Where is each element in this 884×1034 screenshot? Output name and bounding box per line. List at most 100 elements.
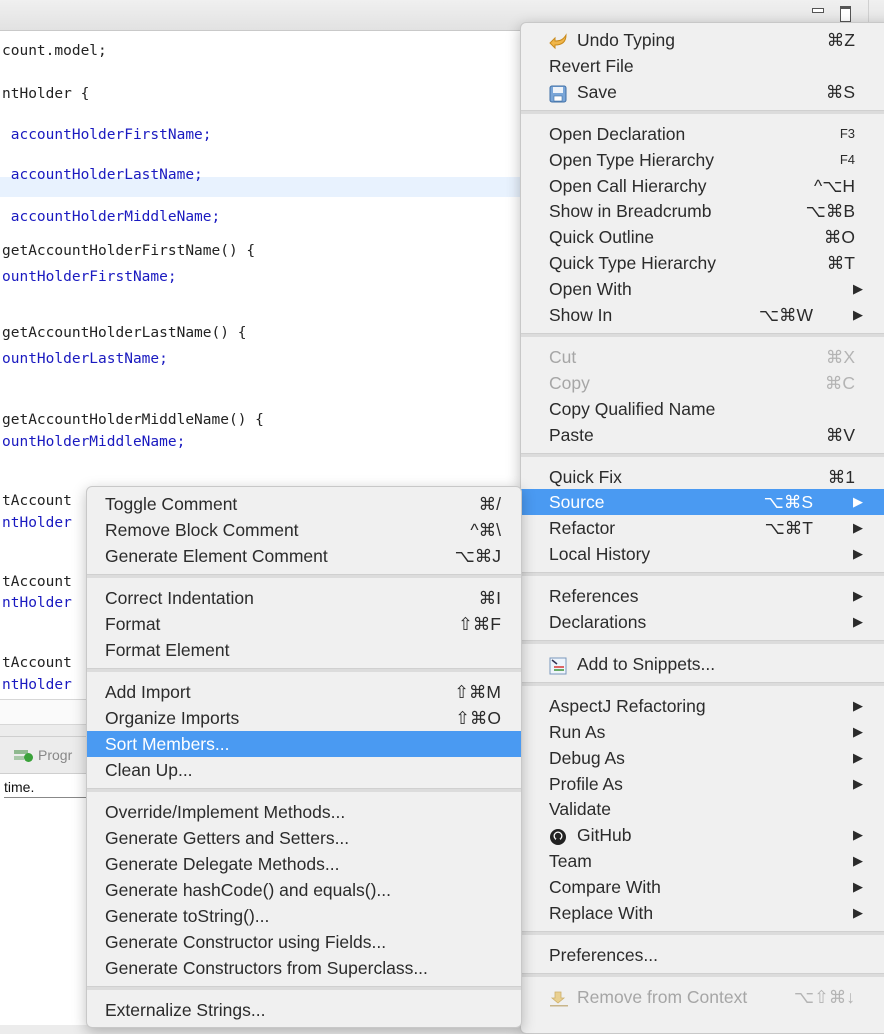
- menu-item-shortcut: ⇧⌘F: [458, 614, 501, 634]
- menu-item-label: References: [549, 586, 639, 607]
- menu-item-generate-constructors-from-superclass[interactable]: Generate Constructors from Superclass...: [87, 955, 521, 981]
- menu-item-save[interactable]: Save ⌘S: [521, 79, 884, 105]
- code-line: ntHolder: [2, 515, 72, 531]
- menu-separator: [521, 572, 884, 577]
- menu-item-label: Sort Members...: [105, 734, 230, 754]
- menu-item-format[interactable]: Format ⇧⌘F: [87, 611, 521, 637]
- submenu-arrow-icon: ▶: [853, 827, 863, 843]
- menu-item-label: Quick Outline: [549, 227, 655, 248]
- context-menu: Undo Typing ⌘Z Revert File Save ⌘S Open Decla…: [520, 22, 884, 1034]
- menu-item-label: Generate toString()...: [105, 906, 270, 926]
- menu-item-github[interactable]: GitHub ▶: [521, 822, 884, 848]
- maximize-icon[interactable]: [840, 6, 851, 22]
- menu-item-validate[interactable]: Validate: [521, 796, 884, 822]
- menu-item-label: Validate: [549, 799, 611, 820]
- menu-item-open-declaration[interactable]: Open Declaration F3: [521, 121, 884, 147]
- menu-item-shortcut: ⌘1: [827, 466, 855, 487]
- menu-item-toggle-comment[interactable]: Toggle Comment ⌘/: [87, 491, 521, 517]
- menu-item-replace-with[interactable]: Replace With ▶: [521, 900, 884, 926]
- menu-item-label: Quick Fix: [549, 466, 622, 487]
- menu-item-profile-as[interactable]: Profile As ▶: [521, 771, 884, 797]
- menu-item-label: Clean Up...: [105, 760, 193, 780]
- menu-item-label: Local History: [549, 544, 651, 565]
- menu-item-label: Add to Snippets...: [577, 653, 716, 674]
- menu-item-copy-qualified-name[interactable]: Copy Qualified Name: [521, 396, 884, 422]
- menu-item-quick-fix[interactable]: Quick Fix ⌘1: [521, 464, 884, 490]
- menu-item-preferences[interactable]: Preferences...: [521, 942, 884, 968]
- menu-item-show-in-breadcrumb[interactable]: Show in Breadcrumb ⌥⌘B: [521, 198, 884, 224]
- menu-item-shortcut: ⌘S: [825, 81, 855, 102]
- code-line: tAccount: [2, 655, 72, 671]
- menu-item-quick-type-hierarchy[interactable]: Quick Type Hierarchy ⌘T: [521, 250, 884, 276]
- menu-item-generate-getters-and-setters[interactable]: Generate Getters and Setters...: [87, 825, 521, 851]
- menu-item-copy[interactable]: Copy ⌘C: [521, 370, 884, 396]
- code-line: accountHolderMiddleName;: [2, 209, 221, 225]
- submenu-arrow-icon: ▶: [853, 281, 863, 297]
- menu-item-label: Undo Typing: [577, 30, 675, 50]
- github-icon: [549, 827, 567, 846]
- menu-item-override-implement-methods[interactable]: Override/Implement Methods...: [87, 799, 521, 825]
- menu-item-remove-block-comment[interactable]: Remove Block Comment ^⌘\: [87, 517, 521, 543]
- menu-item-label: Copy Qualified Name: [549, 398, 716, 419]
- submenu-arrow-icon: ▶: [853, 520, 863, 536]
- menu-item-label: Format Element: [105, 640, 230, 660]
- menu-item-open-with[interactable]: Open With ▶: [521, 276, 884, 302]
- tab-progress[interactable]: Progr: [14, 745, 72, 765]
- menu-item-revert-file[interactable]: Revert File: [521, 53, 884, 79]
- menu-item-sort-members[interactable]: Sort Members...: [87, 731, 521, 757]
- menu-item-quick-outline[interactable]: Quick Outline ⌘O: [521, 224, 884, 250]
- menu-item-shortcut: ^⌥H: [813, 175, 855, 196]
- code-line: accountHolderFirstName;: [2, 127, 212, 143]
- menu-item-externalize-strings[interactable]: Externalize Strings...: [87, 997, 521, 1023]
- menu-item-label: Replace With: [549, 903, 654, 923]
- menu-item-clean-up[interactable]: Clean Up...: [87, 757, 521, 783]
- menu-item-label: Generate Constructors from Superclass...: [105, 958, 428, 978]
- menu-item-generate-tostring[interactable]: Generate toString()...: [87, 903, 521, 929]
- menu-item-debug-as[interactable]: Debug As ▶: [521, 745, 884, 771]
- submenu-arrow-icon: ▶: [853, 723, 863, 739]
- menu-item-label: Open Declaration: [549, 123, 686, 144]
- menu-item-label: Toggle Comment: [105, 494, 238, 514]
- menu-item-shortcut: ⌥⌘S: [763, 492, 813, 513]
- menu-item-paste[interactable]: Paste ⌘V: [521, 422, 884, 448]
- menu-item-compare-with[interactable]: Compare With ▶: [521, 874, 884, 900]
- menu-item-format-element[interactable]: Format Element: [87, 637, 521, 663]
- menu-item-undo-typing[interactable]: Undo Typing ⌘Z: [521, 27, 884, 53]
- menu-item-open-type-hierarchy[interactable]: Open Type Hierarchy F4: [521, 147, 884, 173]
- menu-item-refactor[interactable]: Refactor ⌥⌘T ▶: [521, 515, 884, 541]
- menu-item-references[interactable]: References ▶: [521, 583, 884, 609]
- menu-item-label: Generate Getters and Setters...: [105, 828, 350, 848]
- menu-item-shortcut: ⌥⌘J: [454, 546, 501, 566]
- minimize-icon[interactable]: [812, 8, 824, 13]
- menu-item-remove-from-context[interactable]: Remove from Context ⌥⇧⌘↓: [521, 984, 884, 1010]
- menu-item-declarations[interactable]: Declarations ▶: [521, 609, 884, 635]
- menu-item-correct-indentation[interactable]: Correct Indentation ⌘I: [87, 585, 521, 611]
- menu-item-team[interactable]: Team ▶: [521, 848, 884, 874]
- menu-separator: [521, 972, 884, 977]
- menu-item-shortcut: F3: [839, 125, 855, 141]
- menu-item-generate-delegate-methods[interactable]: Generate Delegate Methods...: [87, 851, 521, 877]
- menu-item-source[interactable]: Source ⌥⌘S ▶: [521, 489, 884, 516]
- menu-item-aspectj-refactoring[interactable]: AspectJ Refactoring ▶: [521, 693, 884, 719]
- menu-item-shortcut: ^⌘\: [470, 520, 501, 540]
- menu-item-open-call-hierarchy[interactable]: Open Call Hierarchy ^⌥H: [521, 173, 884, 199]
- menu-item-local-history[interactable]: Local History ▶: [521, 541, 884, 567]
- menu-item-label: Externalize Strings...: [105, 1000, 266, 1020]
- menu-item-generate-hashcode-and-equals[interactable]: Generate hashCode() and equals()...: [87, 877, 521, 903]
- menu-item-shortcut: ⌘X: [825, 346, 855, 367]
- menu-item-add-to-snippets[interactable]: Add to Snippets...: [521, 651, 884, 677]
- menu-item-generate-element-comment[interactable]: Generate Element Comment ⌥⌘J: [87, 543, 521, 569]
- submenu-arrow-icon: ▶: [853, 494, 863, 510]
- menu-item-show-in[interactable]: Show In ⌥⌘W ▶: [521, 302, 884, 328]
- menu-item-add-import[interactable]: Add Import ⇧⌘M: [87, 679, 521, 705]
- menu-item-generate-constructor-using-fields[interactable]: Generate Constructor using Fields...: [87, 929, 521, 955]
- menu-separator: [521, 639, 884, 644]
- menu-item-cut[interactable]: Cut ⌘X: [521, 344, 884, 370]
- code-line: ountHolderLastName;: [2, 351, 168, 367]
- code-line: getAccountHolderLastName() {: [2, 325, 247, 341]
- menu-item-shortcut: ⌘C: [824, 372, 855, 393]
- menu-item-organize-imports[interactable]: Organize Imports ⇧⌘O: [87, 705, 521, 731]
- submenu-arrow-icon: ▶: [853, 614, 863, 629]
- menu-item-run-as[interactable]: Run As ▶: [521, 719, 884, 745]
- menu-item-label: AspectJ Refactoring: [549, 695, 706, 716]
